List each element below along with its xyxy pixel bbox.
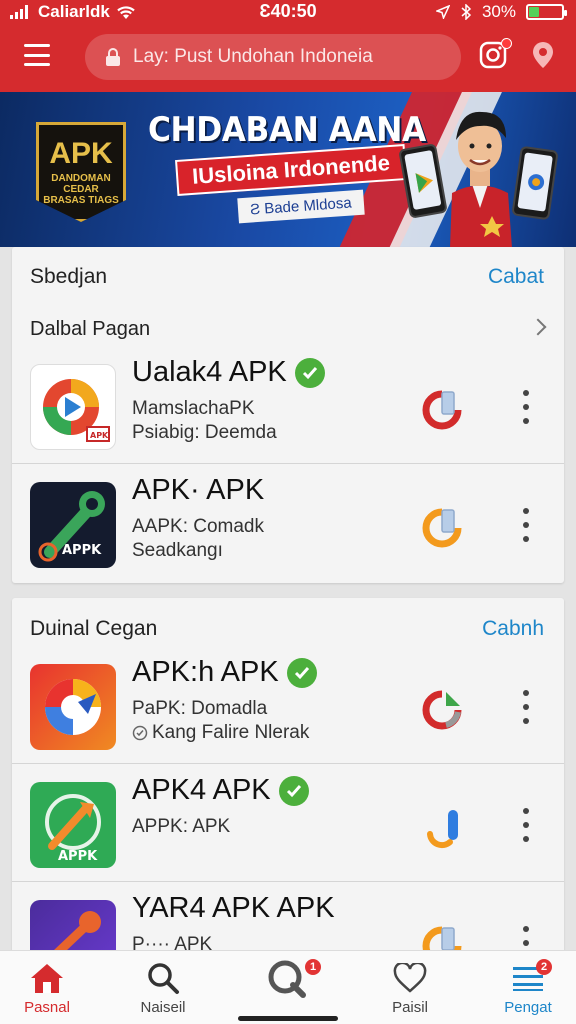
app-title: APK4 APK (132, 774, 309, 807)
install-progress-icon[interactable] (420, 688, 464, 732)
install-progress-icon[interactable] (420, 388, 464, 432)
more-options-icon[interactable] (522, 508, 530, 542)
app-detail-text: Kang Falire Nlerak (152, 722, 310, 743)
home-indicator (238, 1016, 338, 1021)
list-item[interactable]: APK:h APK PaPK: Domadla Kang Falire Nler… (12, 652, 564, 764)
info-circle-icon (132, 725, 148, 741)
app-detail: Seadkangı (132, 540, 223, 561)
chevron-right-icon[interactable] (529, 318, 547, 336)
nav-label: Pengat (504, 999, 552, 1016)
nav-discover[interactable]: 1 (237, 959, 337, 998)
nav-label: Paisil (392, 999, 428, 1016)
section-featured: Sbedjan Cabat Dalbal Pagan APK Ualak4 AP… (12, 247, 564, 583)
list-item[interactable]: APK Ualak4 APK MamslachaPK Psiabig: Deem… (12, 352, 564, 464)
badge-caption: DANDOMAN CEDAR BRASAS TIAGS (43, 173, 119, 206)
nav-search[interactable]: Naiseil (113, 959, 213, 1016)
play-store-icon: APK (30, 364, 116, 450)
nav-favorites[interactable]: Paisil (360, 959, 460, 1016)
banner-tag-text: Bade Mldosa (263, 194, 353, 218)
svg-text:APPK: APPK (58, 849, 98, 864)
instagram-icon[interactable] (478, 38, 512, 70)
app-title: APK:h APK (132, 656, 317, 689)
notification-badge: 2 (536, 959, 552, 975)
app-title-text: YAR4 APK APK (132, 892, 335, 924)
nav-label: Pasnal (24, 999, 70, 1016)
banner-title: CHDABAN AANA (148, 110, 426, 150)
menu-icon[interactable] (24, 44, 50, 66)
section-link-see-all[interactable]: Cabat (488, 265, 544, 289)
section-trending: Duinal Cegan Cabnh APK:h APK PaPK: Domad… (12, 598, 564, 986)
app-title: YAR4 APK APK (132, 892, 335, 925)
banner-tag-icon: Ƨ (249, 200, 265, 219)
battery-fill (529, 7, 539, 17)
phone-right-image (511, 145, 559, 221)
notification-badge: 1 (305, 959, 321, 975)
section-subtitle: Dalbal Pagan (30, 318, 151, 340)
app-detail: Kang Falire Nlerak (132, 722, 309, 744)
app-title: APK· APK (132, 474, 264, 507)
more-options-icon[interactable] (522, 390, 530, 424)
verified-check-icon (286, 657, 317, 688)
app-developer: MamslachaPK (132, 398, 255, 419)
list-item[interactable]: APPK APK· APK AAPK: Comadk Seadkangı (12, 470, 564, 582)
search-icon (148, 963, 179, 994)
section-link-see-all[interactable]: Cabnh (482, 617, 544, 641)
location-pin-icon[interactable] (530, 40, 560, 70)
battery-icon (526, 4, 567, 20)
verified-check-icon (278, 775, 309, 806)
wrench-apk-icon: APPK (30, 482, 116, 568)
more-options-icon[interactable] (522, 690, 530, 724)
battery-percent: 30% (481, 2, 516, 21)
app-developer: PaPK: Domadla (132, 698, 268, 719)
app-detail: Psiabig: Deemda (132, 422, 277, 443)
svg-text:APPK: APPK (62, 543, 102, 558)
install-progress-icon[interactable] (420, 506, 464, 550)
svg-text:APK: APK (90, 431, 109, 440)
app-title-text: APK· APK (132, 474, 265, 506)
search-placeholder: Lay: Pust Undohan Indoneia (133, 46, 373, 67)
app-developer: APPK: APK (132, 816, 231, 837)
notification-dot (501, 38, 512, 49)
promo-banner[interactable]: APK DANDOMAN CEDAR BRASAS TIAGS CHDABAN … (0, 92, 576, 247)
location-arrow-icon (435, 5, 450, 19)
app-title-text: Ualak4 APK (132, 356, 287, 388)
heart-icon (393, 963, 427, 993)
nav-updates[interactable]: 2 Pengat (478, 959, 576, 1016)
install-progress-icon[interactable] (420, 806, 464, 850)
search-q-icon (268, 960, 306, 998)
home-icon (31, 964, 63, 993)
status-bar: Caliarldk Ɛ40:50 30% (0, 0, 576, 24)
app-developer: AAPK: Comadk (132, 516, 264, 537)
apk-badge-logo: APK DANDOMAN CEDAR BRASAS TIAGS (36, 122, 126, 222)
bottom-navigation: Pasnal Naiseil 1 Paisil 2 Pengat (0, 950, 576, 1024)
section-title: Sbedjan (30, 265, 108, 288)
nav-label: Naiseil (140, 999, 186, 1016)
badge-title: APK (49, 137, 113, 170)
section-title: Duinal Cegan (30, 617, 158, 640)
search-bar[interactable]: Lay: Pust Undohan Indoneia (85, 34, 461, 80)
more-options-icon[interactable] (522, 808, 530, 842)
app-header: Caliarldk Ɛ40:50 30% Lay: Pust Undohan I… (0, 0, 576, 92)
app-title-text: APK:h APK (132, 656, 279, 688)
nav-home[interactable]: Pasnal (0, 959, 97, 1016)
app-title-text: APK4 APK (132, 774, 271, 806)
banner-tag: Ƨ Bade Mldosa (237, 189, 365, 224)
lock-icon (106, 48, 120, 66)
verified-check-icon (294, 357, 325, 388)
bluetooth-icon (461, 4, 472, 20)
list-item[interactable]: APPK APK4 APK APPK: APK (12, 770, 564, 882)
tool-apk-icon: APPK (30, 782, 116, 868)
app-title: Ualak4 APK (132, 356, 325, 389)
chrome-like-icon (30, 664, 116, 750)
person-illustration (450, 111, 512, 247)
